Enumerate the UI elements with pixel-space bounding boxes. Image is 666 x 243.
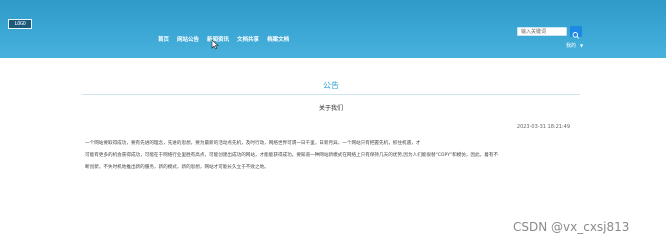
search-input[interactable]: 输入关键词: [517, 27, 567, 36]
search-icon: [572, 32, 580, 39]
title-divider: [82, 94, 580, 95]
csdn-watermark: CSDN @vx_cxsj813: [513, 220, 630, 234]
article-paragraph: 一个网站要取得成功，要有先进的理念，先进的思想，要为最新的活动点先机，及时行动，…: [85, 141, 421, 146]
section-title: 公告: [323, 81, 339, 90]
article-body: 一个网站要取得成功，要有先进的理念，先进的思想，要为最新的活动点先机，及时行动，…: [85, 140, 575, 176]
article-date: 2023-03-31 18:21:49: [516, 124, 570, 130]
nav-item-documents[interactable]: 文档共享: [237, 34, 259, 46]
user-menu[interactable]: 我的 ▼: [566, 42, 583, 50]
article-paragraph: 断创新，不失时机地推出新的服务，新的模式，新的思想，网站才可能长久立于不败之地。: [85, 165, 269, 170]
user-menu-label: 我的: [566, 43, 577, 49]
top-header: LOGO 首页 网站公告 新闻资讯 文档共享 档案文档 输入关键词 我的 ▼: [0, 0, 666, 58]
mouse-pointer-icon: [211, 39, 219, 50]
chevron-down-icon: ▼: [580, 43, 584, 48]
article-paragraph: 可能有更多的机会获得成功，可能在于网络行业里胜有高点，可能创建出成功的网站，才能…: [85, 153, 499, 158]
site-logo[interactable]: LOGO: [8, 19, 32, 29]
main-nav: 首页 网站公告 新闻资讯 文档共享 档案文档: [158, 34, 297, 46]
search-button[interactable]: [570, 26, 582, 39]
nav-item-announcements[interactable]: 网站公告: [177, 34, 199, 46]
article-title: 关于我们: [318, 105, 343, 112]
nav-item-home[interactable]: 首页: [158, 34, 169, 46]
nav-item-archives[interactable]: 档案文档: [267, 34, 289, 46]
